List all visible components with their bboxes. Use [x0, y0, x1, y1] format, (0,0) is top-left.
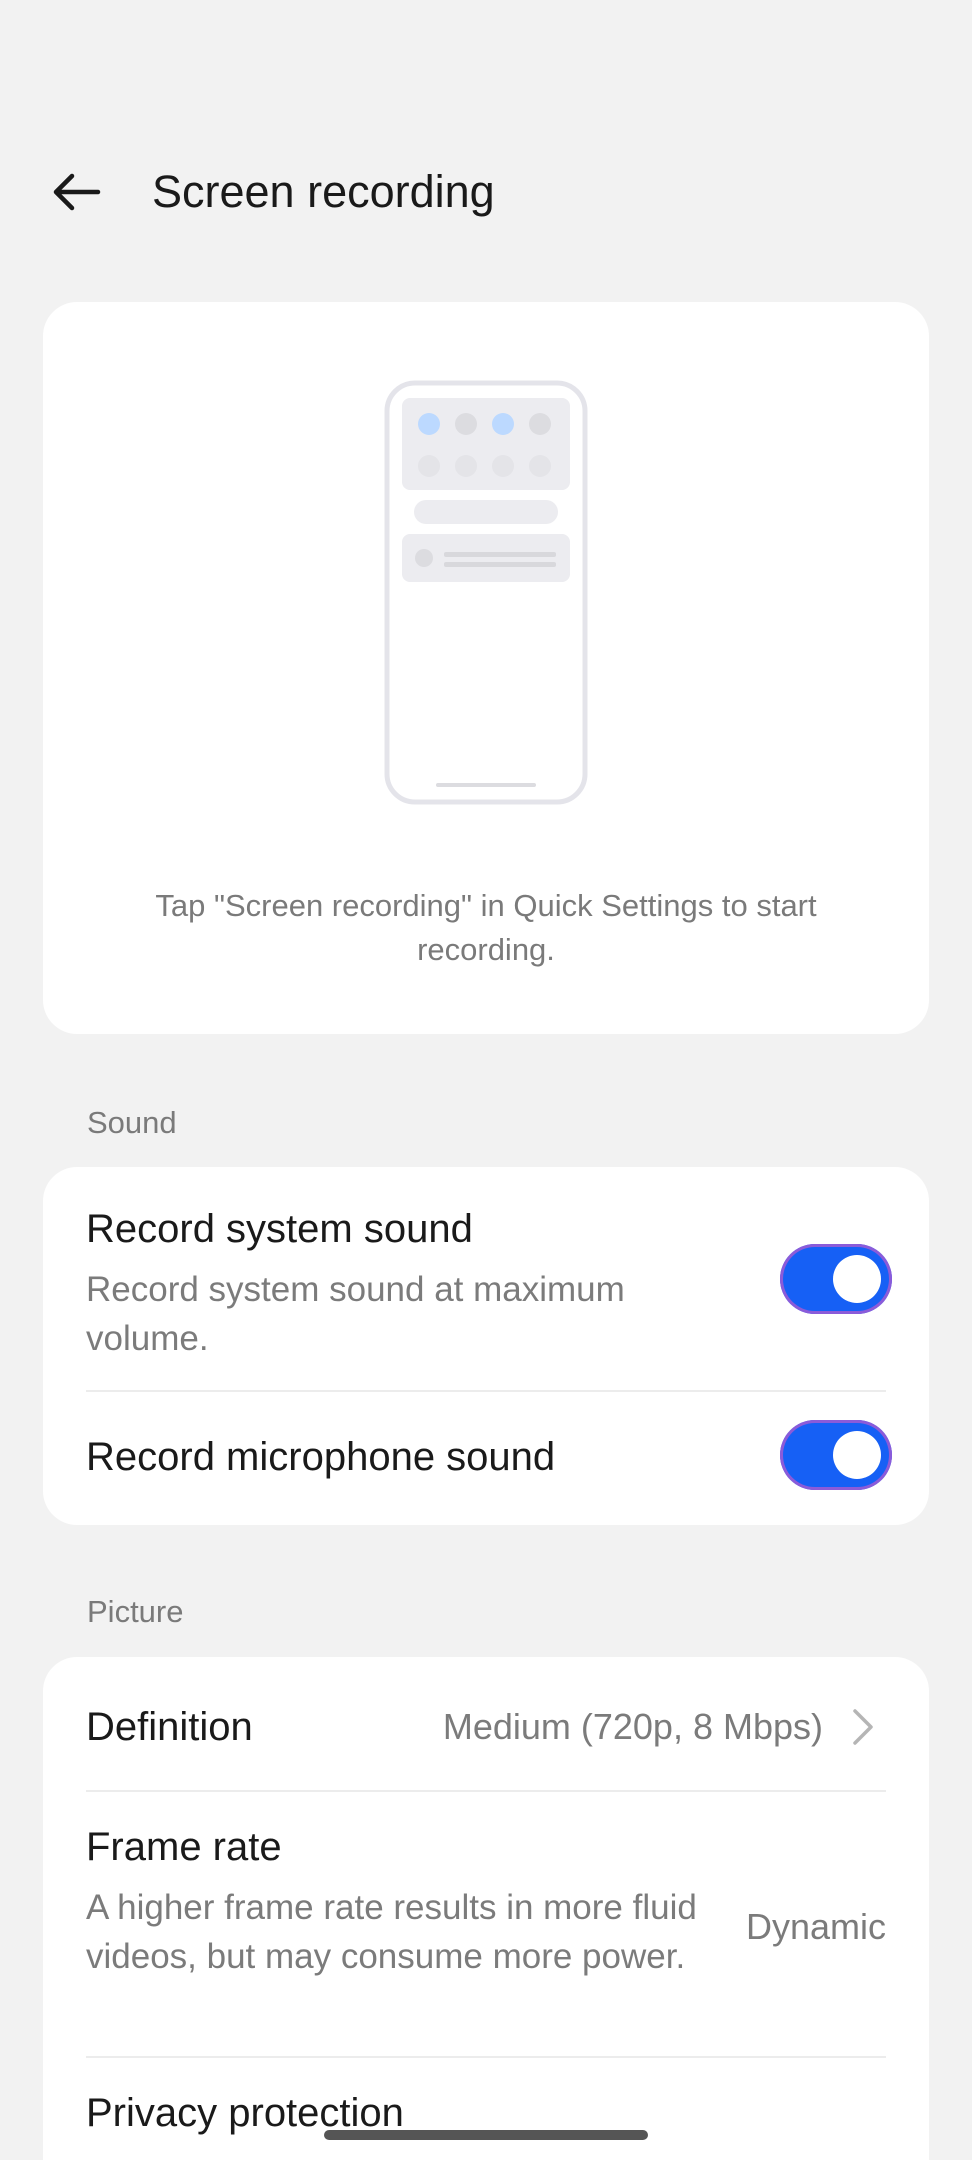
sound-card: Record system sound Record system sound … [43, 1167, 929, 1525]
record-microphone-sound-toggle[interactable] [780, 1420, 892, 1490]
record-system-sound-toggle[interactable] [780, 1244, 892, 1314]
record-system-sound-title: Record system sound [86, 1207, 473, 1251]
screen-recording-settings-page: Screen recording Tap "Screen recording" … [0, 0, 972, 2160]
frame-rate-subtitle: A higher frame rate results in more flui… [86, 1888, 697, 1976]
hero-card: Tap "Screen recording" in Quick Settings… [43, 302, 929, 1034]
arrow-left-icon[interactable] [48, 164, 104, 220]
picture-card: Definition Medium (720p, 8 Mbps) Frame r… [43, 1657, 929, 2160]
section-label-sound: Sound [87, 1105, 177, 1140]
divider [86, 1390, 886, 1392]
record-system-sound-subtitle: Record system sound at maximum volume. [86, 1270, 625, 1358]
toggle-knob [833, 1431, 881, 1479]
definition-value: Medium (720p, 8 Mbps) [442, 1706, 823, 1747]
top-app-bar: Screen recording [0, 150, 972, 234]
home-indicator[interactable] [324, 2130, 648, 2140]
frame-rate-title: Frame rate [86, 1825, 282, 1869]
frame-rate-value: Dynamic [745, 1906, 886, 1947]
divider [86, 1790, 886, 1792]
page-title: Screen recording [152, 166, 495, 217]
divider [86, 2056, 886, 2058]
hero-instruction-text: Tap "Screen recording" in Quick Settings… [155, 888, 817, 967]
record-microphone-sound-title: Record microphone sound [86, 1435, 556, 1479]
phone-quick-settings-illustration [384, 380, 588, 805]
section-label-picture: Picture [87, 1594, 184, 1629]
toggle-knob [833, 1255, 881, 1303]
definition-title: Definition [86, 1705, 253, 1749]
chevron-right-icon [853, 1709, 873, 1745]
